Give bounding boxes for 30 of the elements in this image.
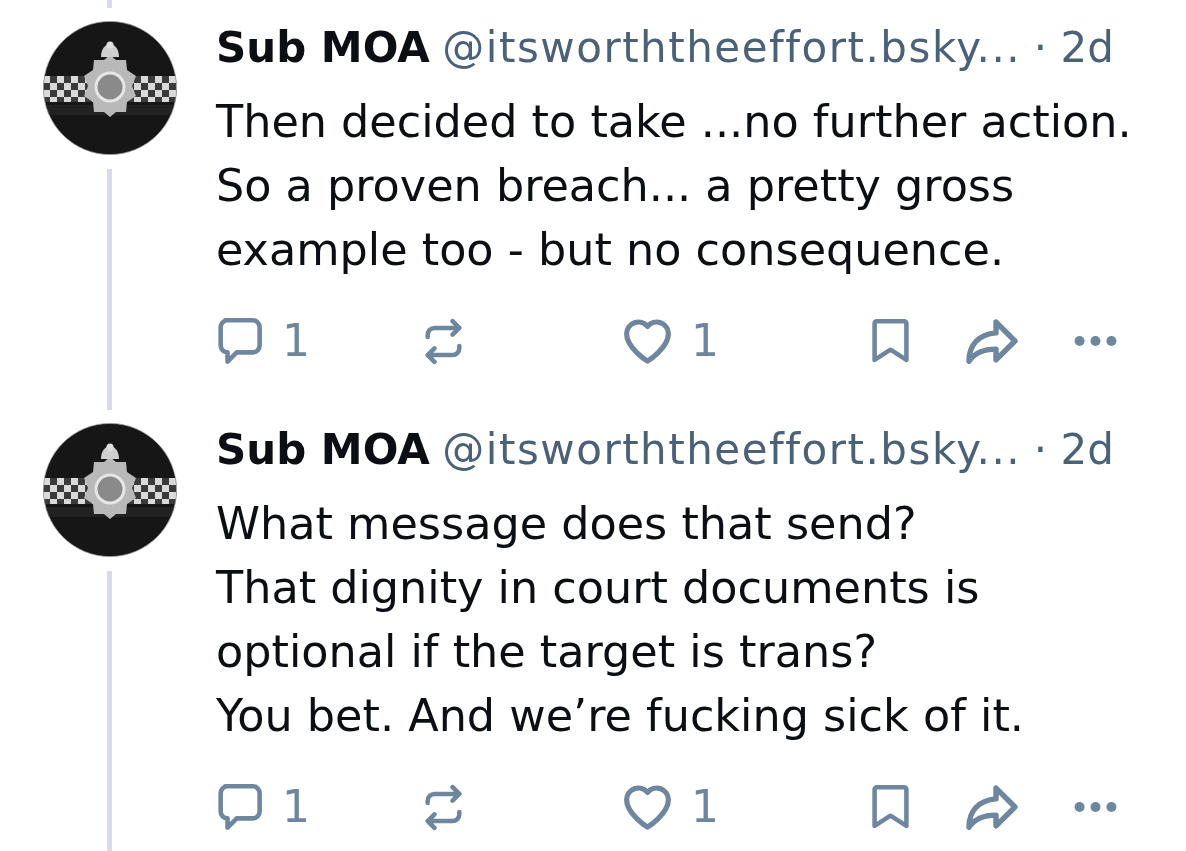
bookmark-icon (872, 318, 909, 364)
author-handle[interactable]: @itsworththeeffort.bsky... (442, 422, 1022, 478)
reply-button[interactable]: 1 (216, 317, 310, 365)
bookmark-icon (872, 784, 909, 830)
post-text: Then decided to take ...no further action. So a proven breach... a pretty gross example too - but no consequence. (216, 95, 1133, 277)
like-button[interactable]: 1 (624, 784, 719, 830)
ellipsis-icon (1072, 336, 1119, 346)
post-text: What message does that send? That dignity in court documents is optional if the target is trans? You bet. And we’re fucking sick of it. (216, 497, 1025, 743)
author-handle[interactable]: @itsworththeeffort.bsky... (442, 20, 1022, 76)
speech-bubble-icon (216, 317, 262, 365)
more-button[interactable] (1072, 336, 1119, 346)
avatar[interactable] (42, 21, 177, 155)
more-button[interactable] (1072, 802, 1119, 812)
share-arrow-icon (966, 784, 1019, 830)
post-time[interactable]: · 2d (1033, 422, 1114, 478)
author-name[interactable]: Sub MOA (216, 20, 430, 76)
ellipsis-icon (1072, 802, 1119, 812)
author-name[interactable]: Sub MOA (216, 422, 430, 478)
share-arrow-icon (966, 318, 1019, 364)
heart-icon (624, 318, 671, 364)
avatar[interactable] (42, 423, 177, 557)
post-time[interactable]: · 2d (1033, 20, 1114, 76)
bookmark-button[interactable] (872, 784, 909, 830)
share-button[interactable] (966, 784, 1019, 830)
bookmark-button[interactable] (872, 318, 909, 364)
like-button[interactable]: 1 (624, 318, 719, 364)
heart-icon (624, 784, 671, 830)
share-button[interactable] (966, 318, 1019, 364)
speech-bubble-icon (216, 783, 262, 831)
reply-button[interactable]: 1 (216, 783, 310, 831)
